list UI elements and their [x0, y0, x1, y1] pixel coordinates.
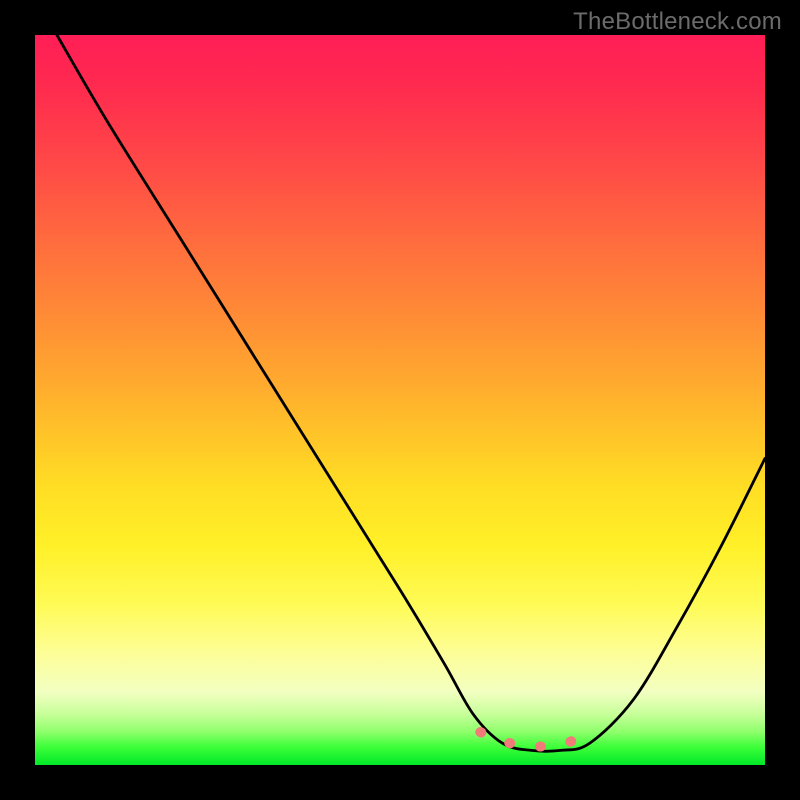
bottleneck-curve: [57, 35, 765, 751]
attribution-watermark: TheBottleneck.com: [573, 8, 782, 36]
chart-svg: [35, 35, 765, 765]
chart-container: TheBottleneck.com: [0, 0, 800, 800]
plot-area: [35, 35, 765, 765]
